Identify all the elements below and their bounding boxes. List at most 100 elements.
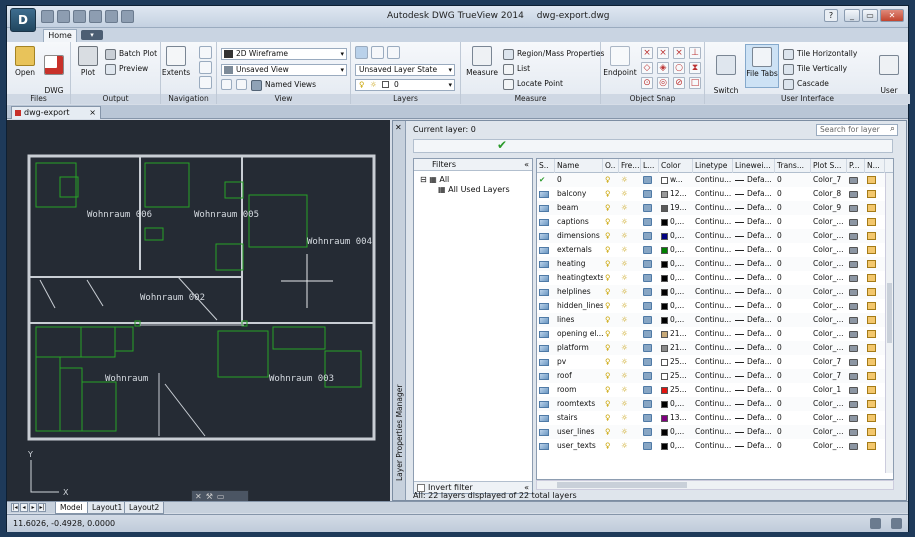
restore-button[interactable]: ▭: [862, 9, 878, 22]
plot-icon[interactable]: [73, 10, 86, 23]
plot-style-cell[interactable]: Color_1: [811, 383, 847, 397]
new-vp-freeze-cell[interactable]: [865, 341, 885, 355]
freeze-cell[interactable]: ☼: [619, 411, 641, 425]
column-header[interactable]: Plot S...: [811, 159, 847, 173]
current-layer-select[interactable]: ♀ ☼ 0: [355, 79, 455, 91]
status-cell[interactable]: [537, 439, 555, 453]
layer-name[interactable]: stairs: [555, 411, 603, 425]
freeze-cell[interactable]: ☼: [619, 327, 641, 341]
orbit-icon[interactable]: [199, 61, 212, 74]
new-vp-freeze-cell[interactable]: [865, 271, 885, 285]
plot-style-cell[interactable]: Color_...: [811, 327, 847, 341]
plot-style-cell[interactable]: Color_...: [811, 397, 847, 411]
new-vp-freeze-cell[interactable]: [865, 369, 885, 383]
lineweight-cell[interactable]: Defa...: [733, 313, 775, 327]
named-views-button[interactable]: Named Views: [251, 79, 316, 91]
color-cell[interactable]: w...: [659, 173, 693, 187]
new-vp-freeze-cell[interactable]: [865, 327, 885, 341]
tree-item-all[interactable]: ⊟ ▦ All: [420, 175, 449, 184]
transparency-cell[interactable]: 0: [775, 355, 811, 369]
status-cell[interactable]: [537, 201, 555, 215]
new-vp-freeze-cell[interactable]: [865, 411, 885, 425]
layer-name[interactable]: user_texts: [555, 439, 603, 453]
linetype-cell[interactable]: Continu...: [693, 341, 733, 355]
plot-cell[interactable]: [847, 383, 865, 397]
save-icon[interactable]: [57, 10, 70, 23]
transparency-cell[interactable]: 0: [775, 341, 811, 355]
table-row[interactable]: externals ♀ ☼ 0,... Continu... Defa... 0 Color_…: [537, 243, 893, 257]
table-row[interactable]: dimensions ♀ ☼ 0,... Continu... Defa... 0 Color…: [537, 229, 893, 243]
layer-state-select[interactable]: Unsaved Layer State: [355, 64, 455, 76]
new-vp-freeze-cell[interactable]: [865, 383, 885, 397]
table-row[interactable]: platform ♀ ☼ 21... Continu... Defa... 0 Color_.…: [537, 341, 893, 355]
plot-cell[interactable]: [847, 257, 865, 271]
region-mass-button[interactable]: Region/Mass Properties: [503, 48, 604, 60]
color-cell[interactable]: 0,...: [659, 271, 693, 285]
measure-button[interactable]: Measure: [465, 46, 499, 77]
plot-style-cell[interactable]: Color_...: [811, 299, 847, 313]
list-button[interactable]: List: [503, 63, 530, 75]
table-row[interactable]: balcony ♀ ☼ 12... Continu... Defa... 0 Color_8: [537, 187, 893, 201]
on-cell[interactable]: ♀: [603, 341, 619, 355]
preview-button[interactable]: Preview: [105, 63, 148, 75]
freeze-cell[interactable]: ☼: [619, 215, 641, 229]
steering-wheel-icon[interactable]: [199, 76, 212, 89]
column-header[interactable]: O..: [603, 159, 619, 173]
lock-cell[interactable]: [641, 383, 659, 397]
customize-icon[interactable]: ⚒: [206, 492, 213, 501]
lock-cell[interactable]: [641, 313, 659, 327]
lock-cell[interactable]: [641, 229, 659, 243]
linetype-cell[interactable]: Continu...: [693, 439, 733, 453]
color-cell[interactable]: 0,...: [659, 243, 693, 257]
plot-cell[interactable]: [847, 369, 865, 383]
lineweight-cell[interactable]: Defa...: [733, 215, 775, 229]
undo-icon[interactable]: [89, 10, 102, 23]
doc-tab-close-icon[interactable]: ×: [89, 107, 96, 119]
lock-cell[interactable]: [641, 201, 659, 215]
linetype-cell[interactable]: Continu...: [693, 369, 733, 383]
transparency-cell[interactable]: 0: [775, 271, 811, 285]
tab-home[interactable]: Home: [43, 29, 77, 42]
on-cell[interactable]: ♀: [603, 355, 619, 369]
ribbon-minimize-icon[interactable]: ▾: [81, 30, 103, 40]
on-cell[interactable]: ♀: [603, 173, 619, 187]
column-header[interactable]: Name: [555, 159, 603, 173]
color-cell[interactable]: 0,...: [659, 299, 693, 313]
lock-cell[interactable]: [641, 369, 659, 383]
table-row[interactable]: heatingtexts ♀ ☼ 0,... Continu... Defa... 0 Col…: [537, 271, 893, 285]
lock-cell[interactable]: [641, 173, 659, 187]
status-cell[interactable]: ✔: [537, 173, 555, 187]
plot-button[interactable]: Plot: [73, 46, 103, 77]
lock-cell[interactable]: [641, 439, 659, 453]
layer-name[interactable]: roomtexts: [555, 397, 603, 411]
transparency-cell[interactable]: 0: [775, 229, 811, 243]
transparency-cell[interactable]: 0: [775, 187, 811, 201]
new-vp-freeze-cell[interactable]: [865, 425, 885, 439]
tab-layout1[interactable]: Layout1: [87, 502, 128, 514]
on-cell[interactable]: ♀: [603, 229, 619, 243]
status-cell[interactable]: [537, 285, 555, 299]
column-header[interactable]: L...: [641, 159, 659, 173]
first-layout-icon[interactable]: |◂: [11, 503, 19, 512]
lock-cell[interactable]: [641, 285, 659, 299]
linetype-cell[interactable]: Continu...: [693, 187, 733, 201]
layer-name[interactable]: 0: [555, 173, 603, 187]
locate-point-button[interactable]: Locate Point: [503, 78, 563, 90]
linetype-cell[interactable]: Continu...: [693, 327, 733, 341]
plot-style-cell[interactable]: Color_...: [811, 313, 847, 327]
color-cell[interactable]: 0,...: [659, 439, 693, 453]
table-row[interactable]: beam ♀ ☼ 19... Continu... Defa... 0 Color_9: [537, 201, 893, 215]
plot-cell[interactable]: [847, 215, 865, 229]
linetype-cell[interactable]: Continu...: [693, 257, 733, 271]
new-vp-freeze-cell[interactable]: [865, 257, 885, 271]
plot-style-cell[interactable]: Color_...: [811, 341, 847, 355]
column-header[interactable]: S..: [537, 159, 555, 173]
color-cell[interactable]: 0,...: [659, 313, 693, 327]
lineweight-cell[interactable]: Defa...: [733, 285, 775, 299]
transparency-cell[interactable]: 0: [775, 369, 811, 383]
column-header[interactable]: Fre...: [619, 159, 641, 173]
color-cell[interactable]: 0,...: [659, 285, 693, 299]
table-row[interactable]: room ♀ ☼ 25... Continu... Defa... 0 Color_1: [537, 383, 893, 397]
layer-name[interactable]: user_lines: [555, 425, 603, 439]
table-row[interactable]: ✔ 0 ♀ ☼ w... Continu... Defa... 0 Color_7: [537, 173, 893, 187]
